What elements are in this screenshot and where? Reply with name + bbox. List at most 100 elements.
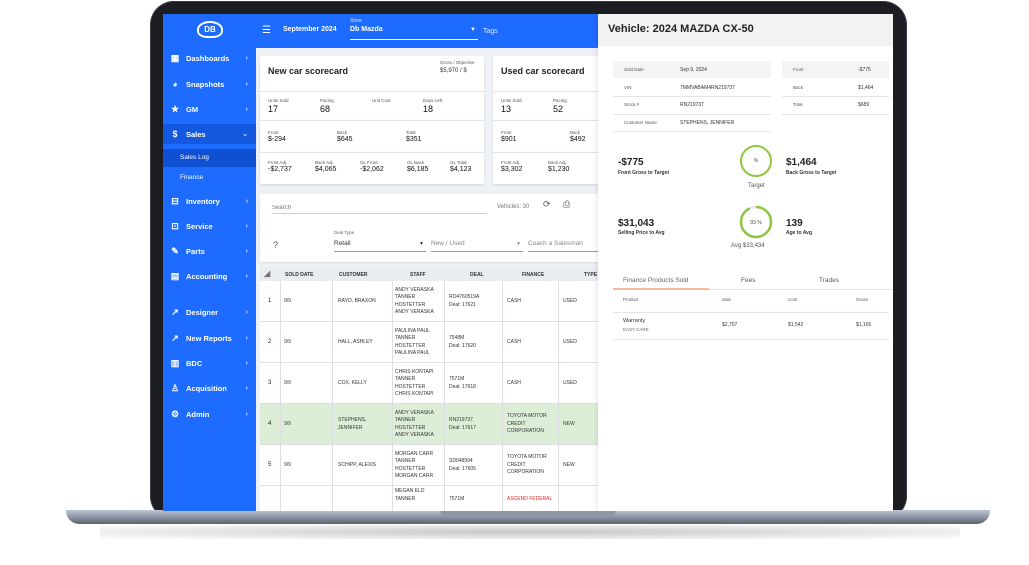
sidebar-item-snapshots[interactable]: ◕ Snapshots › <box>163 74 256 94</box>
divider <box>782 96 889 97</box>
metric-value: $901 <box>501 136 517 143</box>
month-selector[interactable]: September 2024 <box>283 26 337 33</box>
new-used-placeholder: New / Used <box>431 240 465 247</box>
cell-divider <box>558 445 559 486</box>
cell-divider <box>444 281 445 322</box>
table-row[interactable]: 3 9/9 COX, KELLY CHRIS KONTAPI TANNER HOST… <box>260 363 600 404</box>
search-input[interactable] <box>272 202 487 214</box>
pie-icon: ◕ <box>172 79 178 89</box>
sales-log-table: ◢ SOLD DATE CUSTOMER STAFF DEAL FINANCE … <box>260 267 600 511</box>
sidebar-item-parts[interactable]: ✎ Parts › <box>163 241 256 261</box>
sidebar-item-inventory[interactable]: ⊟ Inventory › <box>163 191 256 211</box>
finance-line: CORPORATION <box>507 428 544 435</box>
sidebar-subitem-finance[interactable]: Finance <box>163 169 256 187</box>
sidebar-item-accounting[interactable]: ▤ Accounting › <box>163 266 256 286</box>
age-value: 139 <box>786 218 803 229</box>
col-sold-date[interactable]: SOLD DATE <box>285 272 314 278</box>
deal-stock: RO4760519A <box>449 294 480 300</box>
front-cell: Front $-294 <box>268 130 286 143</box>
front-cell: Front $901 <box>501 130 517 143</box>
vehicle-type: NEW <box>563 420 575 427</box>
vehicle-title: Vehicle: 2024 MAZDA CX-50 <box>608 23 754 35</box>
back-adj-cell: Back Adj. $1,230 <box>548 160 569 173</box>
divider <box>260 152 484 153</box>
caret-down-icon[interactable]: ▼ <box>470 27 476 33</box>
chevron-right-icon: › <box>245 272 248 280</box>
cell-divider <box>558 404 559 445</box>
metric-value: -$2,737 <box>268 166 292 173</box>
chevron-right-icon: › <box>245 384 248 392</box>
sidebar-item-new-reports[interactable]: ↗ New Reports › <box>163 328 256 348</box>
col-type[interactable]: TYPE <box>584 272 597 278</box>
sidebar-subitem-sales-log[interactable]: Sales Log <box>163 149 256 167</box>
metric-value: $351 <box>406 136 422 143</box>
car-service-icon: ⊡ <box>171 221 179 231</box>
table-row-selected[interactable]: 4 9/9 STEPHENS, JENNIFER ANDY VERASKA TANN… <box>260 404 600 445</box>
col-finance[interactable]: FINANCE <box>522 272 544 278</box>
db-logo[interactable]: DB <box>197 21 223 38</box>
metric-value: 18 <box>423 104 434 114</box>
selling-price-value: $31,043 <box>618 218 655 229</box>
sidebar-item-bdc[interactable]: ▥ BDC › <box>163 353 256 373</box>
vehicles-count: Vehicles: 30 <box>497 204 530 210</box>
staff-line: ANDY VERASKA <box>395 309 434 315</box>
table-row[interactable]: 2 9/9 HALL, ASHLEY PAULINA PAUL TANNER HOS… <box>260 322 600 363</box>
finance-line: CREDIT <box>507 420 526 427</box>
cell-divider <box>502 281 503 322</box>
row-number: 5 <box>268 461 272 468</box>
front-value: -$775 <box>858 67 871 73</box>
new-used-select[interactable]: New / Used ▼ <box>431 240 523 252</box>
col-customer[interactable]: CUSTOMER <box>339 272 368 278</box>
help-icon[interactable]: ? <box>273 240 278 250</box>
sidebar-item-sales[interactable]: $ Sales ⌄ <box>163 124 256 144</box>
metric-value: $-294 <box>268 136 286 143</box>
table-row[interactable]: 5 9/9 SCHIPP, ALEXIS MORGAN CARR TANNER HO… <box>260 445 600 486</box>
sidebar-item-service[interactable]: ⊡ Service › <box>163 216 256 236</box>
deal-type-select[interactable]: Retail ▼ <box>334 240 426 252</box>
store-select[interactable]: Db Mazda <box>350 26 478 40</box>
row-number: 2 <box>268 338 272 345</box>
export-icon[interactable]: ⎙ <box>563 199 570 210</box>
target-gauge-percent: % <box>753 158 759 164</box>
laptop-shadow <box>100 525 960 539</box>
sidebar-item-admin[interactable]: ⚙ Admin › <box>163 404 256 424</box>
menu-icon[interactable]: ☰ <box>262 25 271 36</box>
chevron-right-icon: › <box>245 247 248 255</box>
vin-value: 7MMVABAM4RN219737 <box>680 85 735 91</box>
metric-label: Front Adj. <box>268 160 288 165</box>
total-value: $689 <box>858 102 870 108</box>
row-number: 3 <box>268 379 272 386</box>
col-staff[interactable]: STAFF <box>410 272 426 278</box>
stock-label: Stock # <box>624 102 640 107</box>
sidebar-item-gm[interactable]: ★ GM › <box>163 99 256 119</box>
sidebar: DB ▦ Dashboards › ◕ Snapshots › ★ GM › $… <box>163 14 256 511</box>
sidebar-item-label: Sales <box>186 129 206 139</box>
stock-value: RN219737 <box>680 102 704 108</box>
coach-salesman-input[interactable]: Coach a Salesman <box>528 240 600 252</box>
front-adj-cell: Front Adj. -$2,737 <box>268 160 292 173</box>
tags-input[interactable]: Tags <box>483 28 498 35</box>
deal-stock: 7571M <box>449 376 465 382</box>
sidebar-item-dashboards[interactable]: ▦ Dashboards › <box>163 48 256 68</box>
refresh-icon[interactable]: ⟳ <box>543 199 551 210</box>
tab-finance-products-sold[interactable]: Finance Products Sold <box>623 277 688 284</box>
customer-name-value: STEPHENS, JENNIFER <box>680 120 735 126</box>
cell-divider <box>332 281 333 322</box>
table-row[interactable]: 1 9/9 RAYO, BRAXON ANDY VERASKA TANNER HOS… <box>260 281 600 322</box>
staff-line: ANDY VERASKA <box>395 432 434 438</box>
store-label: Store <box>350 18 362 24</box>
customer-name: RAYO, BRAXON <box>338 297 376 304</box>
col-deal[interactable]: DEAL <box>470 272 484 278</box>
resize-corner-icon[interactable]: ◢ <box>264 269 270 278</box>
sidebar-item-label: Dashboards <box>186 53 230 63</box>
tab-trades[interactable]: Trades <box>819 277 839 284</box>
back-label: Back <box>793 85 804 90</box>
back-value: $1,464 <box>858 85 874 91</box>
metric-value: $645 <box>337 136 353 143</box>
metric-value: 52 <box>553 104 564 114</box>
sold-date: 9/9 <box>284 338 291 345</box>
table-row[interactable]: MEGAN ELD TANNER 7571M ASCEND FEDERAL <box>260 486 600 511</box>
sidebar-item-designer[interactable]: ↗ Designer › <box>163 302 256 322</box>
tab-fees[interactable]: Fees <box>741 277 755 284</box>
sidebar-item-acquisition[interactable]: ♙ Acquisition › <box>163 378 256 398</box>
